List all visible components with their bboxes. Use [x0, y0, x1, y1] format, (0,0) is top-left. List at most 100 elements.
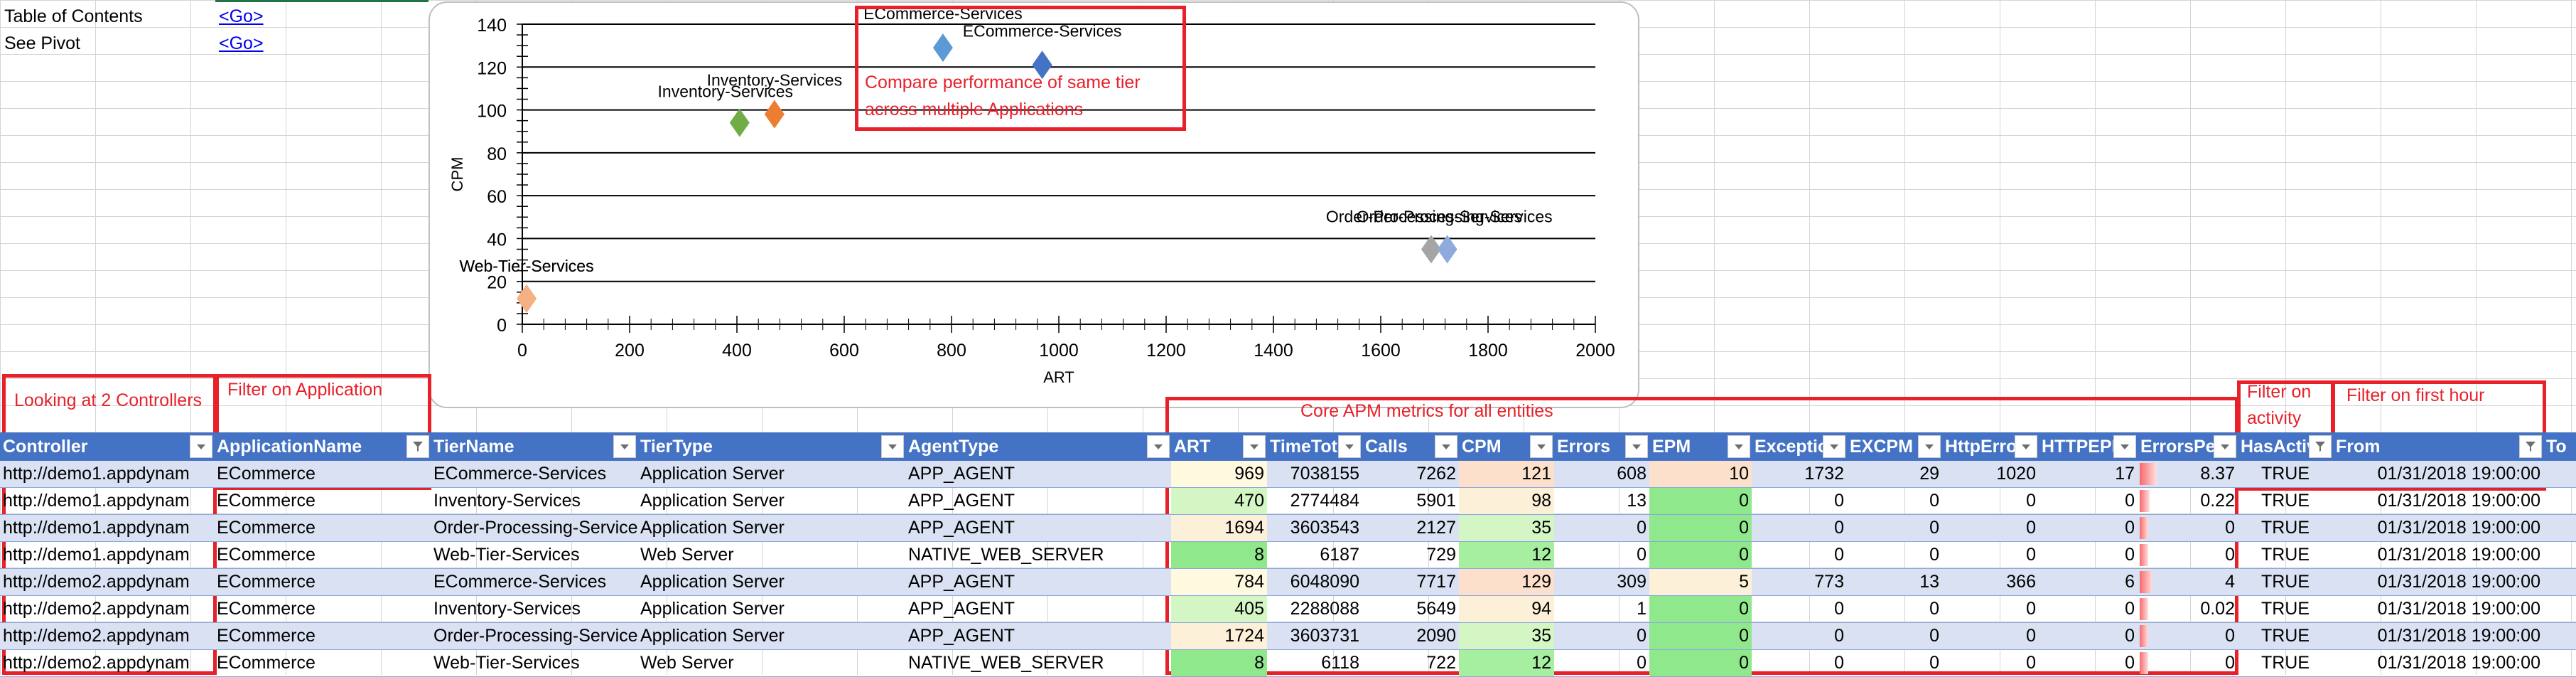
column-header-controller[interactable]: Controller — [0, 432, 214, 461]
table-cell-errors[interactable]: 0 — [1554, 542, 1649, 568]
table-cell-excpm[interactable]: 0 — [1847, 650, 1942, 676]
table-cell-tiertype[interactable]: Application Server — [637, 623, 905, 649]
table-cell-tiertype[interactable]: Application Server — [637, 569, 905, 595]
filter-active-icon[interactable] — [406, 435, 429, 458]
filter-dropdown-icon[interactable] — [881, 435, 904, 458]
table-cell-controller[interactable]: http://demo1.appdynam — [0, 461, 214, 487]
table-cell-agenttype[interactable]: APP_AGENT — [905, 515, 1171, 541]
table-cell-timetot[interactable]: 3603543 — [1267, 515, 1362, 541]
table-cell-httperro[interactable]: 1020 — [1942, 461, 2039, 487]
table-cell-cpm[interactable]: 35 — [1459, 515, 1554, 541]
table-cell-cpm[interactable]: 98 — [1459, 488, 1554, 514]
table-cell-timetot[interactable]: 2288088 — [1267, 596, 1362, 622]
table-cell-controller[interactable]: http://demo2.appdynam — [0, 623, 214, 649]
table-cell-art[interactable]: 784 — [1171, 569, 1267, 595]
filter-active-icon[interactable] — [2309, 435, 2332, 458]
table-cell-httpepm[interactable]: 17 — [2039, 461, 2138, 487]
table-cell-tiertype[interactable]: Application Server — [637, 488, 905, 514]
column-header-tiername[interactable]: TierName — [431, 432, 637, 461]
table-cell-calls[interactable]: 2127 — [1362, 515, 1459, 541]
table-cell-cpm[interactable]: 12 — [1459, 650, 1554, 676]
table-cell-applicationname[interactable]: ECommerce — [214, 650, 431, 676]
table-cell-to[interactable] — [2543, 515, 2576, 541]
table-cell-timetot[interactable]: 7038155 — [1267, 461, 1362, 487]
table-cell-epm[interactable]: 0 — [1649, 542, 1752, 568]
table-cell-httpepm[interactable]: 0 — [2039, 542, 2138, 568]
filter-dropdown-icon[interactable] — [1243, 435, 1266, 458]
table-cell-epm[interactable]: 5 — [1649, 569, 1752, 595]
table-cell-agenttype[interactable]: APP_AGENT — [905, 596, 1171, 622]
table-cell-applicationname[interactable]: ECommerce — [214, 461, 431, 487]
table-cell-tiertype[interactable]: Web Server — [637, 650, 905, 676]
table-cell-errors[interactable]: 0 — [1554, 515, 1649, 541]
table-cell-controller[interactable]: http://demo1.appdynam — [0, 515, 214, 541]
filter-dropdown-icon[interactable] — [1728, 435, 1750, 458]
column-header-to[interactable]: To — [2543, 432, 2576, 461]
table-cell-errors[interactable]: 309 — [1554, 569, 1649, 595]
table-cell-httperro[interactable]: 0 — [1942, 515, 2039, 541]
table-cell-tiername[interactable]: Inventory-Services — [431, 488, 637, 514]
table-cell-from[interactable]: 01/31/2018 19:00:00 — [2333, 596, 2543, 622]
filter-dropdown-icon[interactable] — [2113, 435, 2136, 458]
table-cell-httpepm[interactable]: 0 — [2039, 650, 2138, 676]
table-cell-hasactiv[interactable]: TRUE — [2238, 650, 2333, 676]
table-cell-applicationname[interactable]: ECommerce — [214, 569, 431, 595]
filter-dropdown-icon[interactable] — [190, 435, 212, 458]
table-cell-to[interactable] — [2543, 623, 2576, 649]
table-cell-cpm[interactable]: 129 — [1459, 569, 1554, 595]
table-cell-tiername[interactable]: ECommerce-Services — [431, 461, 637, 487]
table-cell-calls[interactable]: 7262 — [1362, 461, 1459, 487]
table-row[interactable]: http://demo1.appdynam ECommerce ECommerce-… — [0, 461, 2576, 488]
table-cell-art[interactable]: 8 — [1171, 650, 1267, 676]
table-cell-excpm[interactable]: 13 — [1847, 569, 1942, 595]
table-cell-controller[interactable]: http://demo2.appdynam — [0, 596, 214, 622]
table-cell-controller[interactable]: http://demo2.appdynam — [0, 650, 214, 676]
table-row[interactable]: http://demo1.appdynam ECommerce Order-Proc… — [0, 515, 2576, 542]
table-cell-errorspe[interactable]: 4 — [2138, 569, 2238, 595]
table-row[interactable]: http://demo1.appdynam ECommerce Web-Tier-S… — [0, 542, 2576, 569]
table-row[interactable]: http://demo2.appdynam ECommerce ECommerce-… — [0, 569, 2576, 596]
table-cell-epm[interactable]: 0 — [1649, 596, 1752, 622]
table-cell-to[interactable] — [2543, 542, 2576, 568]
table-cell-errorspe[interactable]: 8.37 — [2138, 461, 2238, 487]
table-cell-timetot[interactable]: 6118 — [1267, 650, 1362, 676]
table-cell-to[interactable] — [2543, 650, 2576, 676]
filter-dropdown-icon[interactable] — [1823, 435, 1845, 458]
filter-dropdown-icon[interactable] — [2015, 435, 2037, 458]
table-cell-calls[interactable]: 5901 — [1362, 488, 1459, 514]
table-cell-hasactiv[interactable]: TRUE — [2238, 461, 2333, 487]
table-cell-timetot[interactable]: 3603731 — [1267, 623, 1362, 649]
table-cell-timetot[interactable]: 2774484 — [1267, 488, 1362, 514]
table-cell-epm[interactable]: 0 — [1649, 488, 1752, 514]
table-cell-errorspe[interactable]: 0 — [2138, 623, 2238, 649]
column-header-applicationname[interactable]: ApplicationName — [214, 432, 431, 461]
table-cell-exceptio[interactable]: 0 — [1752, 515, 1847, 541]
table-cell-errors[interactable]: 1 — [1554, 596, 1649, 622]
table-cell-httperro[interactable]: 0 — [1942, 650, 2039, 676]
table-cell-tiertype[interactable]: Application Server — [637, 596, 905, 622]
table-cell-errors[interactable]: 0 — [1554, 623, 1649, 649]
table-cell-excpm[interactable]: 0 — [1847, 515, 1942, 541]
table-cell-epm[interactable]: 0 — [1649, 650, 1752, 676]
table-cell-excpm[interactable]: 0 — [1847, 488, 1942, 514]
table-cell-agenttype[interactable]: APP_AGENT — [905, 488, 1171, 514]
table-cell-exceptio[interactable]: 0 — [1752, 650, 1847, 676]
table-cell-exceptio[interactable]: 773 — [1752, 569, 1847, 595]
table-cell-tiername[interactable]: ECommerce-Services — [431, 569, 637, 595]
table-cell-httperro[interactable]: 0 — [1942, 623, 2039, 649]
table-cell-art[interactable]: 405 — [1171, 596, 1267, 622]
table-cell-httpepm[interactable]: 0 — [2039, 623, 2138, 649]
table-cell-errors[interactable]: 608 — [1554, 461, 1649, 487]
table-cell-agenttype[interactable]: APP_AGENT — [905, 461, 1171, 487]
table-cell-tiertype[interactable]: Application Server — [637, 461, 905, 487]
table-cell-from[interactable]: 01/31/2018 19:00:00 — [2333, 542, 2543, 568]
table-cell-timetot[interactable]: 6187 — [1267, 542, 1362, 568]
table-cell-errorspe[interactable]: 0 — [2138, 515, 2238, 541]
table-cell-tiername[interactable]: Web-Tier-Services — [431, 542, 637, 568]
table-cell-agenttype[interactable]: NATIVE_WEB_SERVER — [905, 542, 1171, 568]
table-cell-cpm[interactable]: 94 — [1459, 596, 1554, 622]
table-cell-excpm[interactable]: 29 — [1847, 461, 1942, 487]
table-cell-epm[interactable]: 0 — [1649, 515, 1752, 541]
table-cell-applicationname[interactable]: ECommerce — [214, 488, 431, 514]
table-cell-httpepm[interactable]: 0 — [2039, 488, 2138, 514]
